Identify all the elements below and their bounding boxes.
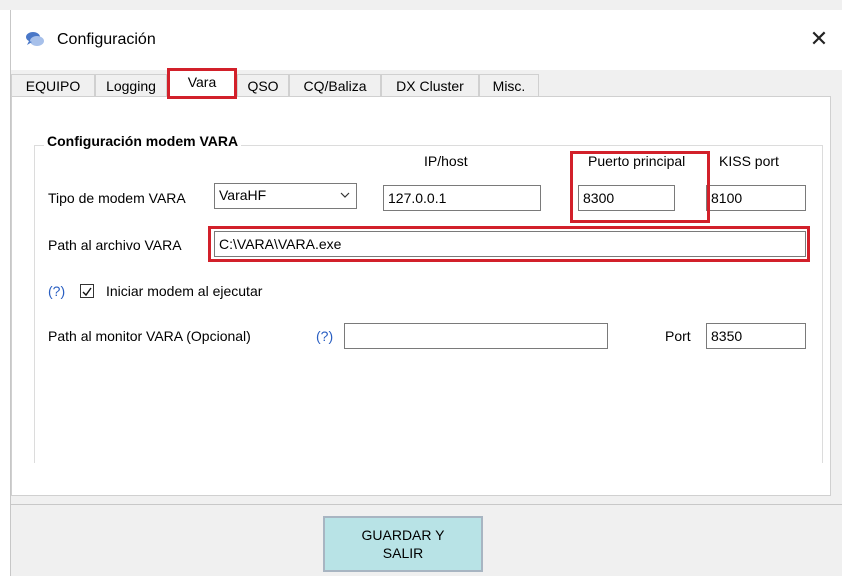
save-button-line2: SALIR — [382, 545, 424, 561]
tipo-modem-label: Tipo de modem VARA — [48, 190, 186, 206]
help-monitor-link[interactable]: (?) — [316, 328, 333, 344]
ip-host-input[interactable]: 127.0.0.1 — [383, 185, 541, 211]
vara-tab-panel: Configuración modem VARA IP/host Puerto … — [11, 96, 831, 496]
tab-cq-baliza[interactable]: CQ/Baliza — [289, 74, 381, 96]
tipo-modem-value: VaraHF — [219, 187, 267, 203]
chevron-down-icon — [340, 192, 350, 198]
monitor-vara-input[interactable] — [344, 323, 608, 349]
chat-bubbles-icon — [26, 32, 44, 46]
kiss-port-input[interactable]: 8100 — [706, 185, 806, 211]
config-window: Configuración ✕ EQUIPO Logging Vara QSO … — [10, 10, 842, 576]
checkmark-icon — [82, 287, 92, 297]
tab-dx-cluster[interactable]: DX Cluster — [381, 74, 479, 96]
path-vara-label: Path al archivo VARA — [48, 237, 182, 253]
tab-misc[interactable]: Misc. — [479, 74, 539, 96]
help-iniciar-link[interactable]: (?) — [48, 283, 65, 299]
kiss-column-label: KISS port — [719, 153, 779, 169]
tab-logging[interactable]: Logging — [95, 74, 167, 96]
monitor-port-input[interactable]: 8350 — [706, 323, 806, 349]
save-button-line1: GUARDAR Y — [361, 527, 445, 543]
port-label: Port — [665, 328, 691, 344]
tab-qso[interactable]: QSO — [237, 74, 289, 96]
top-strip — [0, 0, 842, 10]
window-title: Configuración — [57, 31, 156, 48]
ip-column-label: IP/host — [424, 153, 468, 169]
bottom-divider — [11, 504, 842, 505]
close-icon[interactable]: ✕ — [796, 24, 842, 54]
title-bar: Configuración ✕ — [11, 10, 842, 70]
puerto-highlight — [570, 151, 710, 223]
monitor-vara-label: Path al monitor VARA (Opcional) — [48, 328, 251, 344]
path-highlight — [208, 226, 810, 262]
tab-equipo[interactable]: EQUIPO — [11, 74, 95, 96]
tab-vara[interactable]: Vara — [167, 68, 237, 99]
save-and-exit-button[interactable]: GUARDAR Y SALIR — [323, 516, 483, 572]
tipo-modem-select[interactable]: VaraHF — [214, 183, 357, 209]
iniciar-modem-checkbox[interactable] — [80, 284, 94, 298]
iniciar-modem-label: Iniciar modem al ejecutar — [106, 283, 263, 299]
group-title: Configuración modem VARA — [44, 133, 242, 149]
